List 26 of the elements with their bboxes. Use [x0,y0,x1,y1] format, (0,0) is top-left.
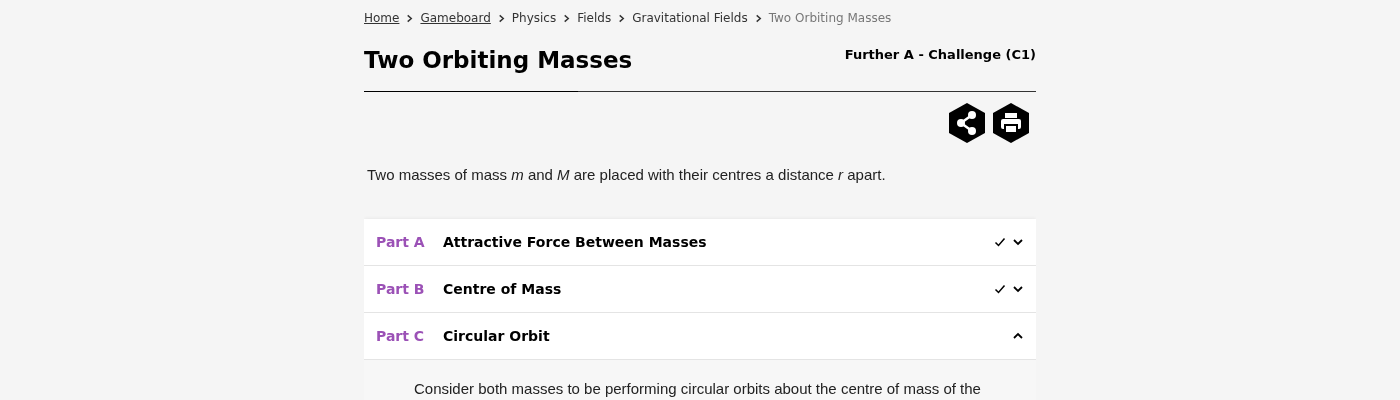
breadcrumb-item: Gravitational Fields [632,11,748,25]
accordion-header[interactable]: Part B Centre of Mass [364,266,1036,313]
part-label: Part A [376,234,426,250]
chevron-right-icon [617,13,627,23]
accordion-header[interactable]: Part C Circular Orbit [364,313,1036,360]
chevron-down-icon [1012,236,1024,248]
page-title: Two Orbiting Masses [364,47,633,73]
part-title: Centre of Mass [443,281,563,297]
part-label: Part B [376,281,426,297]
question-text: Two masses of mass m and M are placed with their centres a distance r apart. [367,166,887,183]
chevron-right-icon [405,13,415,23]
chevron-down-icon [1012,283,1024,295]
part-title: Circular Orbit [443,328,551,344]
breadcrumb-item: Fields [577,11,612,25]
part-title: Attractive Force Between Masses [443,234,708,250]
part-text: Consider both masses to be performing circular orbits about the centre of mass of the [414,380,982,397]
breadcrumb-link[interactable]: Gameboard [420,11,491,25]
difficulty-level: Further A - Challenge (C1) [844,47,1036,62]
accordion-header[interactable]: Part A Attractive Force Between Masses [364,219,1036,266]
breadcrumb-item: Physics [511,11,557,25]
breadcrumb-item: Two Orbiting Masses [768,11,892,25]
chevron-right-icon [562,13,572,23]
share-icon[interactable] [948,102,986,144]
part-label: Part C [376,328,426,344]
breadcrumb-link[interactable]: Home [364,11,400,25]
print-icon[interactable] [992,102,1030,144]
